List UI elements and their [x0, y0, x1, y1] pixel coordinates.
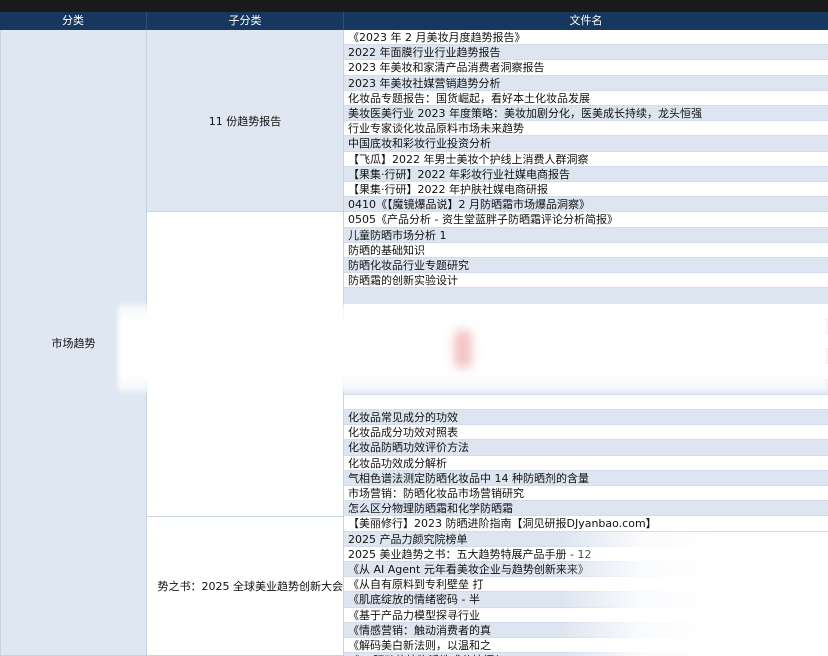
file-row[interactable]: 防晒的基础知识 — [344, 242, 828, 258]
file-row[interactable]: 化妆品专题报告：国货崛起，看好本土化妆品发展 — [344, 90, 828, 106]
column-header-filename[interactable]: 文件名 — [344, 12, 828, 30]
column-header-subcategory[interactable]: 子分类 — [147, 12, 344, 30]
file-row[interactable]: 《2023 年 2 月美妆月度趋势报告》 — [344, 30, 828, 46]
subcategory-cell-trend-reports[interactable]: 11 份趋势报告 — [147, 30, 344, 212]
file-row[interactable] — [344, 288, 828, 304]
file-row[interactable]: 2023 年美妆社媒营销趋势分析 — [344, 75, 828, 91]
blurred-watermark — [454, 330, 472, 368]
file-row[interactable]: 化妆品成分功效对照表 — [344, 425, 828, 441]
file-row[interactable]: 化妆品常见成分的功效 — [344, 410, 828, 426]
file-row[interactable]: 2023 年美妆和家清产品消费者洞察报告 — [344, 60, 828, 76]
file-row[interactable] — [344, 394, 828, 410]
blurred-region — [118, 304, 828, 392]
file-row[interactable]: 化妆品功效成分解析 — [344, 455, 828, 471]
file-row[interactable]: 0505《产品分析 - 资生堂蓝胖子防晒霜评论分析简报》 — [344, 212, 828, 228]
file-row[interactable]: 怎么区分物理防晒霜和化学防晒霜 — [344, 501, 828, 517]
file-row[interactable]: 儿童防晒市场分析 1 — [344, 227, 828, 243]
file-row[interactable]: 行业专家谈化妆品原料市场未来趋势 — [344, 121, 828, 137]
file-row[interactable]: 0410《【魔镜爆品说】2 月防晒霜市场爆品洞察》 — [344, 197, 828, 213]
window-top-bar — [0, 0, 828, 12]
file-row[interactable]: 市场营销：防晒化妆品市场营销研究 — [344, 486, 828, 502]
subcategory-cell-trend-conference[interactable]: 势之书：2025 全球美业趋势创新大会 — [147, 517, 344, 656]
file-row[interactable]: 化妆品防晒功效评价方法 — [344, 440, 828, 456]
column-header-category[interactable]: 分类 — [0, 12, 147, 30]
file-row[interactable]: 【美丽修行】2023 防晒进阶指南【洞见研报DJyanbao.com】 — [344, 516, 828, 532]
file-row[interactable]: 美妆医美行业 2023 年度策略：美妆加剧分化，医美成长持续，龙头恒强 — [344, 106, 828, 122]
faded-region — [560, 532, 828, 656]
file-row[interactable]: 气相色谱法测定防晒化妆品中 14 种防晒剂的含量 — [344, 470, 828, 486]
file-row[interactable]: 【飞瓜】2022 年男士美妆个护线上消费人群洞察 — [344, 151, 828, 167]
file-row[interactable]: 【果集·行研】2022 年护肤社媒电商研报 — [344, 182, 828, 198]
table-header-row: 分类 子分类 文件名 — [0, 12, 828, 30]
spreadsheet-table: 分类 子分类 文件名 市场趋势 11 份趋势报告 势之书：2025 全球美业趋势… — [0, 12, 828, 656]
file-row[interactable]: 防晒霜的创新实验设计 — [344, 273, 828, 289]
file-row[interactable]: 【果集·行研】2022 年彩妆行业社媒电商报告 — [344, 166, 828, 182]
file-row[interactable]: 防晒化妆品行业专题研究 — [344, 258, 828, 274]
file-row[interactable]: 2022 年面膜行业行业趋势报告 — [344, 45, 828, 61]
file-row[interactable]: 中国底妆和彩妆行业投资分析 — [344, 136, 828, 152]
